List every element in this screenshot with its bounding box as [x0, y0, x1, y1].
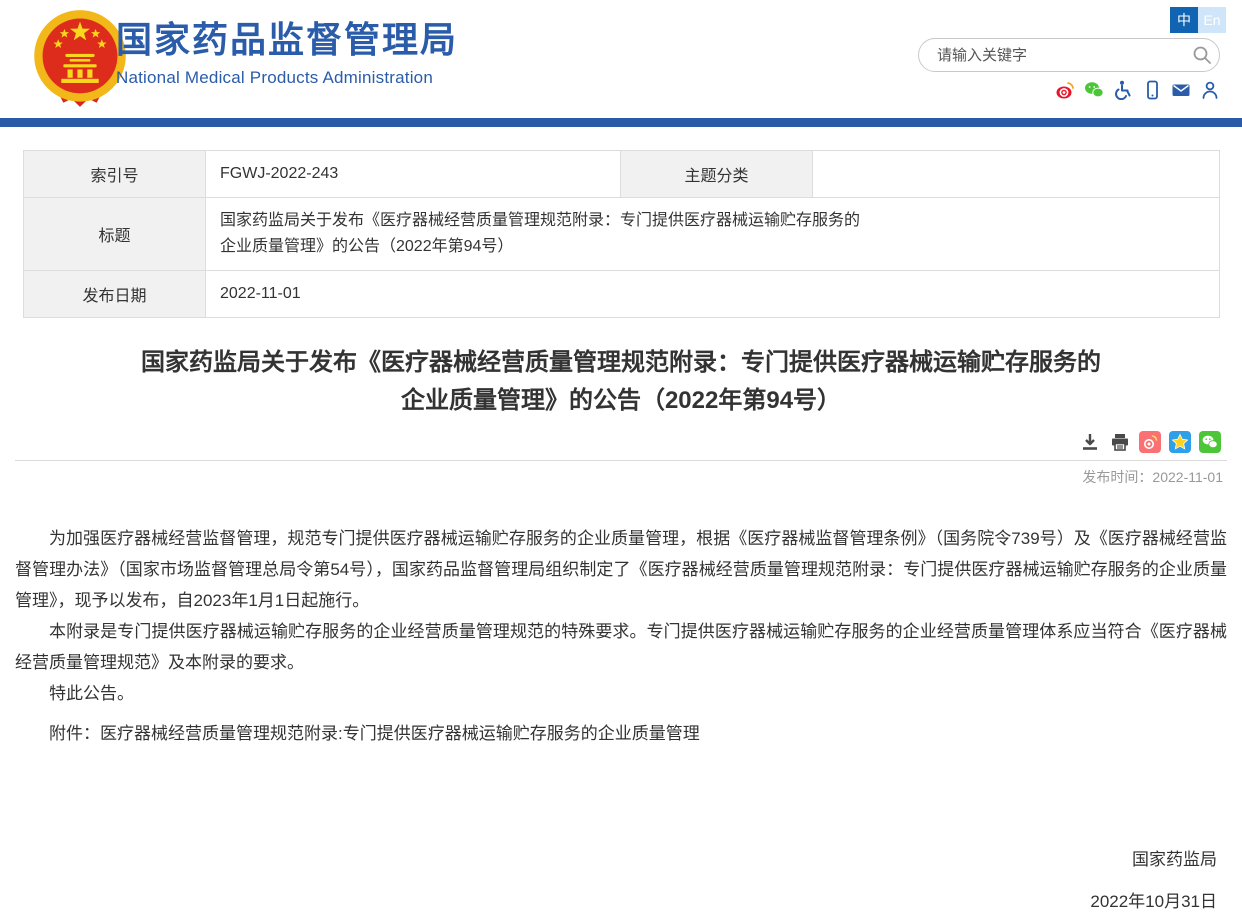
title-value: 国家药监局关于发布《医疗器械经营质量管理规范附录：专门提供医疗器械运输贮存服务的… — [206, 198, 1220, 271]
language-toggle: 中 En — [1170, 7, 1226, 33]
header-divider-bar — [0, 118, 1242, 127]
user-icon[interactable] — [1200, 80, 1220, 100]
table-row: 标题 国家药监局关于发布《医疗器械经营质量管理规范附录：专门提供医疗器械运输贮存… — [24, 198, 1220, 271]
share-wechat-icon[interactable] — [1199, 431, 1221, 453]
topic-value — [813, 151, 1220, 198]
lang-en-button[interactable]: En — [1198, 7, 1226, 33]
print-icon[interactable] — [1109, 431, 1131, 453]
table-row: 索引号 FGWJ-2022-243 主题分类 — [24, 151, 1220, 198]
mail-icon[interactable] — [1171, 80, 1191, 100]
index-value: FGWJ-2022-243 — [206, 151, 621, 198]
article-body: 为加强医疗器械经营监督管理，规范专门提供医疗器械运输贮存服务的企业质量管理，根据… — [15, 523, 1227, 709]
mobile-icon[interactable] — [1142, 80, 1162, 100]
document-info-table: 索引号 FGWJ-2022-243 主题分类 标题 国家药监局关于发布《医疗器械… — [23, 150, 1220, 318]
table-row: 发布日期 2022-11-01 — [24, 271, 1220, 318]
search-input[interactable] — [919, 47, 1185, 64]
wechat-icon[interactable] — [1084, 80, 1104, 100]
article-toolbar — [15, 430, 1227, 454]
headline-divider — [15, 460, 1227, 461]
title-label: 标题 — [24, 198, 206, 271]
lang-zh-button[interactable]: 中 — [1170, 7, 1198, 33]
page-title: 国家药监局关于发布《医疗器械经营质量管理规范附录：专门提供医疗器械运输贮存服务的… — [0, 344, 1242, 420]
share-qzone-icon[interactable] — [1169, 431, 1191, 453]
article-paragraph: 为加强医疗器械经营监督管理，规范专门提供医疗器械运输贮存服务的企业质量管理，根据… — [15, 523, 1227, 616]
signer-name: 国家药监局 — [15, 845, 1217, 870]
site-name: 国家药品监督管理局 — [116, 18, 458, 62]
signature-block: 国家药监局 2022年10月31日 — [15, 845, 1227, 912]
site-subtitle: National Medical Products Administration — [116, 68, 458, 88]
quick-links — [1055, 80, 1220, 100]
article-paragraph: 本附录是专门提供医疗器械运输贮存服务的企业经营质量管理规范的特殊要求。专门提供医… — [15, 616, 1227, 678]
accessibility-icon[interactable] — [1113, 80, 1133, 100]
title-value-line1: 国家药监局关于发布《医疗器械经营质量管理规范附录：专门提供医疗器械运输贮存服务的 — [220, 212, 860, 229]
topic-label: 主题分类 — [621, 151, 813, 198]
site-title-block: 国家药品监督管理局 National Medical Products Admi… — [116, 18, 458, 88]
share-weibo-icon[interactable] — [1139, 431, 1161, 453]
download-icon[interactable] — [1079, 431, 1101, 453]
search-icon[interactable] — [1185, 38, 1219, 72]
title-value-line2: 企业质量管理》的公告（2022年第94号） — [220, 238, 513, 255]
date-value: 2022-11-01 — [206, 271, 1220, 318]
publish-time: 发布时间：2022-11-01 — [15, 467, 1227, 487]
attachment-link[interactable]: 附件：医疗器械经营质量管理规范附录:专门提供医疗器械运输贮存服务的企业质量管理 — [15, 718, 1227, 749]
sign-date: 2022年10月31日 — [15, 887, 1217, 912]
article-paragraph: 特此公告。 — [15, 678, 1227, 709]
weibo-icon[interactable] — [1055, 80, 1075, 100]
site-search — [918, 38, 1220, 72]
date-label: 发布日期 — [24, 271, 206, 318]
page-title-line2: 企业质量管理》的公告（2022年第94号） — [401, 387, 841, 414]
page-title-line1: 国家药监局关于发布《医疗器械经营质量管理规范附录：专门提供医疗器械运输贮存服务的 — [141, 349, 1101, 376]
site-header: 国家药品监督管理局 National Medical Products Admi… — [0, 0, 1242, 118]
index-label: 索引号 — [24, 151, 206, 198]
